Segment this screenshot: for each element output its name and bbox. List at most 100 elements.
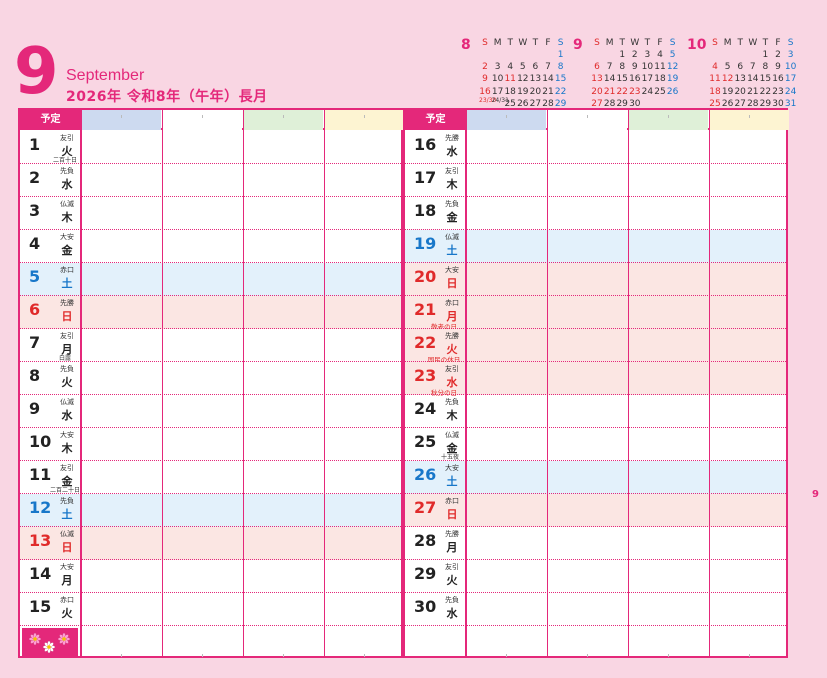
mini-day: 14 bbox=[747, 74, 759, 85]
rokuyo-label: 先負 bbox=[445, 596, 459, 604]
day-row[interactable]: 26 大安土 bbox=[405, 461, 786, 494]
day-row[interactable]: 7 友引月白露 bbox=[20, 329, 401, 362]
header-swatch bbox=[629, 110, 708, 130]
day-number: 28 bbox=[414, 531, 437, 550]
cosmos-flower-icon bbox=[22, 628, 78, 656]
mini-day: 22 bbox=[616, 86, 628, 97]
mini-day: 10 bbox=[641, 62, 654, 73]
rokuyo-label: 赤口 bbox=[60, 596, 74, 604]
day-number: 9 bbox=[29, 399, 41, 418]
rokuyo-label: 先勝 bbox=[445, 134, 459, 142]
day-number: 18 bbox=[414, 201, 437, 220]
day-number: 6 bbox=[29, 300, 41, 319]
rokuyo-label: 大安 bbox=[445, 266, 459, 274]
rokuyo-label: 先勝 bbox=[445, 530, 459, 538]
mini-day: 19 bbox=[666, 74, 679, 85]
day-row[interactable]: 8 先負火 bbox=[20, 362, 401, 395]
day-row[interactable]: 24 先負木 bbox=[405, 395, 786, 428]
mini-weekday: F bbox=[775, 38, 781, 48]
weekday-label: 火 bbox=[446, 574, 458, 587]
mini-day: 13 bbox=[529, 74, 542, 85]
day-row[interactable]: 30 先負水 bbox=[405, 593, 786, 626]
day-number: 10 bbox=[29, 432, 52, 451]
day-row[interactable]: 5 赤口土 bbox=[20, 263, 401, 296]
weekday-label: 日 bbox=[446, 508, 458, 521]
column-divider bbox=[243, 110, 244, 656]
day-row[interactable]: 22 先勝火国民の休日 bbox=[405, 329, 786, 364]
day-row[interactable]: 4 大安金 bbox=[20, 230, 401, 263]
day-row[interactable]: 27 赤口日 bbox=[405, 494, 786, 527]
day-row[interactable]: 28 先勝月 bbox=[405, 527, 786, 560]
day-row[interactable]: 11 友引金二百二十日 bbox=[20, 461, 401, 494]
rokuyo-label: 仏滅 bbox=[60, 530, 74, 538]
mini-calendar-month: 10 bbox=[687, 37, 707, 53]
mini-day: 18 bbox=[504, 86, 516, 97]
mini-day: 21 bbox=[542, 86, 554, 97]
planner-header: 予定 bbox=[20, 110, 404, 130]
rokuyo-label: 仏滅 bbox=[60, 398, 74, 406]
weekday-label: 土 bbox=[446, 244, 458, 257]
day-row[interactable]: 2 先負水 bbox=[20, 164, 401, 197]
day-row[interactable]: 10 大安木 bbox=[20, 428, 401, 461]
day-number: 16 bbox=[414, 135, 437, 154]
day-row[interactable]: 23 友引水秋分の日 bbox=[405, 362, 786, 397]
day-note: 十五夜 bbox=[440, 454, 459, 461]
mini-weekday: T bbox=[644, 38, 651, 48]
mini-weekday: T bbox=[619, 38, 625, 48]
mini-day: 21 bbox=[747, 86, 759, 97]
day-row[interactable]: 9 仏滅水 bbox=[20, 395, 401, 428]
day-row[interactable]: 25 仏滅金十五夜 bbox=[405, 428, 786, 461]
day-row[interactable]: 3 仏滅木 bbox=[20, 197, 401, 230]
weekday-label: 木 bbox=[61, 442, 73, 455]
mini-day: 12 bbox=[721, 74, 734, 85]
rokuyo-label: 先負 bbox=[60, 365, 74, 373]
mini-day: 16 bbox=[629, 74, 641, 85]
header-tick bbox=[587, 115, 588, 118]
day-row[interactable]: 6 先勝日 bbox=[20, 296, 401, 329]
day-row[interactable]: 18 先負金 bbox=[405, 197, 786, 230]
day-row[interactable]: 19 仏滅土 bbox=[405, 230, 786, 263]
header-tick bbox=[749, 115, 750, 118]
day-row[interactable]: 16 先勝水 bbox=[405, 131, 786, 164]
rokuyo-label: 友引 bbox=[60, 464, 74, 472]
day-number: 4 bbox=[29, 234, 41, 253]
day-row[interactable]: 17 友引木 bbox=[405, 164, 786, 197]
weekday-label: 日 bbox=[61, 541, 73, 554]
weekday-label: 水 bbox=[446, 145, 458, 158]
mini-weekday: T bbox=[737, 38, 743, 48]
mini-day: 16 bbox=[772, 74, 784, 85]
column-divider bbox=[80, 110, 82, 656]
header-tick bbox=[668, 115, 669, 118]
mini-day: 8 bbox=[557, 62, 564, 73]
mini-day: 12 bbox=[517, 74, 529, 85]
weekday-label: 月 bbox=[446, 541, 458, 554]
day-row[interactable]: 15 赤口火 bbox=[20, 593, 401, 626]
day-number: 24 bbox=[414, 399, 437, 418]
mini-weekday: T bbox=[507, 38, 513, 48]
calendar-page: 9 September 2026年 令和8年（午年）長月 8SMTWTFS123… bbox=[0, 0, 827, 678]
mini-day: 4 bbox=[712, 62, 718, 73]
day-row[interactable]: 1 友引火二百十日 bbox=[20, 131, 401, 164]
mini-day: 5 bbox=[669, 50, 676, 60]
mini-day: 9 bbox=[482, 74, 488, 85]
mini-day: 1 bbox=[557, 50, 564, 60]
day-row[interactable]: 12 先負土 bbox=[20, 494, 401, 527]
mini-day: 11 bbox=[654, 62, 666, 73]
month-name: September bbox=[66, 67, 145, 84]
day-row[interactable]: 13 仏滅日 bbox=[20, 527, 401, 560]
day-row[interactable]: 29 友引火 bbox=[405, 560, 786, 593]
header-tick bbox=[506, 115, 507, 118]
footer-tick bbox=[506, 654, 507, 657]
day-row[interactable]: 20 大安日 bbox=[405, 263, 786, 296]
weekday-label: 日 bbox=[446, 277, 458, 290]
day-number: 21 bbox=[414, 300, 437, 319]
rokuyo-label: 赤口 bbox=[60, 266, 74, 274]
rokuyo-label: 友引 bbox=[445, 167, 459, 175]
mini-day: 18 bbox=[654, 74, 666, 85]
day-row[interactable]: 21 赤口月敬老の日 bbox=[405, 296, 786, 331]
mini-weekday: S bbox=[482, 38, 488, 48]
mini-weekday: W bbox=[630, 38, 640, 48]
day-row[interactable]: 14 大安月 bbox=[20, 560, 401, 593]
mini-day: 3 bbox=[494, 62, 501, 73]
mini-day: 17 bbox=[491, 86, 504, 97]
